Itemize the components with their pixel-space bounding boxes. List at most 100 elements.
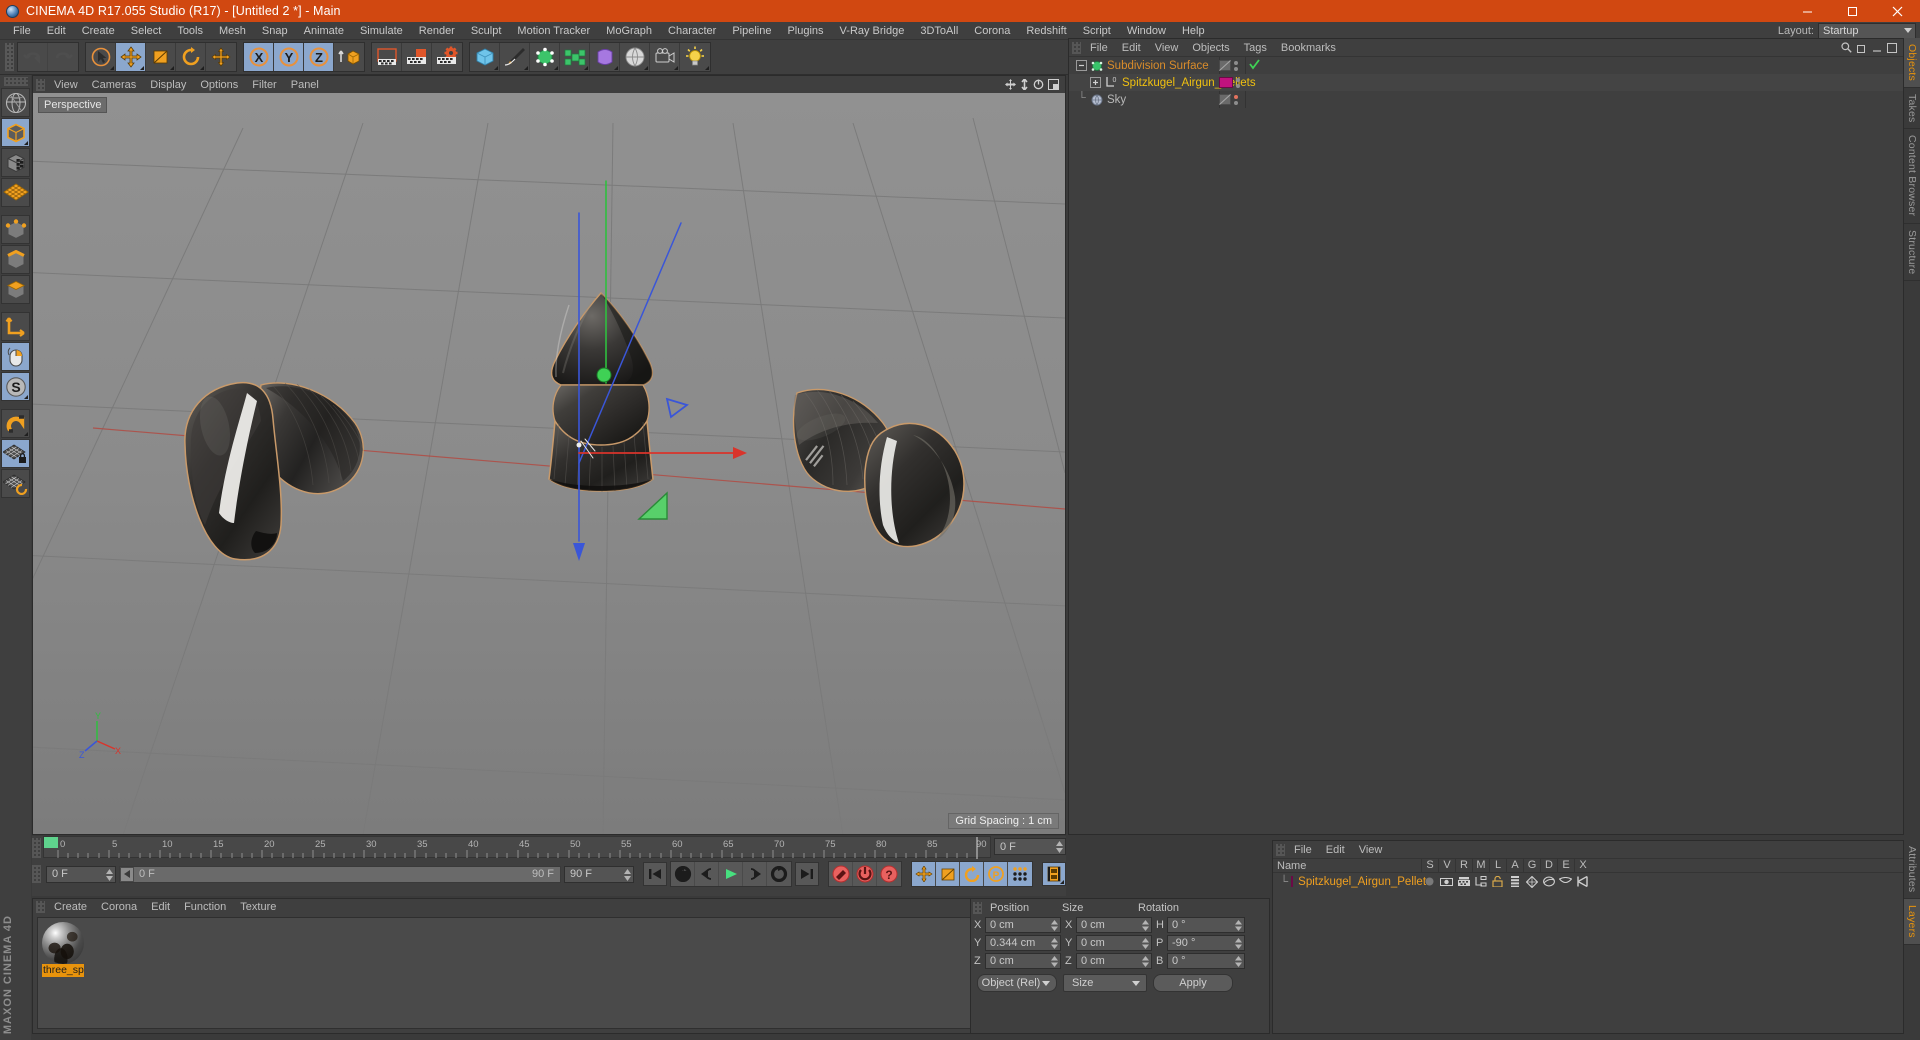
menu-item-simulate[interactable]: Simulate [352, 22, 411, 40]
viewport-menu-options[interactable]: Options [193, 79, 245, 91]
layer-xref-icon[interactable] [1574, 876, 1591, 887]
layers-col-g[interactable]: G [1523, 858, 1540, 873]
apply-button[interactable]: Apply [1153, 974, 1233, 992]
layers-col-l[interactable]: L [1489, 858, 1506, 873]
material-menu-create[interactable]: Create [47, 901, 94, 913]
keyframe-selection-button[interactable]: ? [877, 862, 901, 886]
object-menu-view[interactable]: View [1148, 42, 1186, 54]
viewport-zoom-icon[interactable] [1020, 79, 1029, 90]
close-icon[interactable] [1875, 0, 1920, 22]
parameter-key-button[interactable]: P [984, 862, 1008, 886]
step-back-button[interactable] [695, 862, 719, 886]
polygon-mode-button[interactable] [1, 275, 30, 304]
rotation-key-button[interactable] [960, 862, 984, 886]
object-row-sky[interactable]: └ Sky [1069, 91, 1903, 108]
object-menu-objects[interactable]: Objects [1185, 42, 1236, 54]
menu-item-corona[interactable]: Corona [966, 22, 1018, 40]
rotation-h-field[interactable]: 0 ° [1167, 917, 1245, 933]
render-settings-button[interactable] [432, 43, 462, 71]
undo-button[interactable] [18, 43, 48, 71]
position-x-field[interactable]: 0 cm [985, 917, 1061, 933]
step-forward-button[interactable] [743, 862, 767, 886]
tab-layers[interactable]: Layers [1904, 899, 1920, 946]
layers-col-e[interactable]: E [1557, 858, 1574, 873]
add-deformer-button[interactable] [590, 43, 620, 71]
layer-visible-icon[interactable] [1438, 877, 1455, 887]
stepper-icon[interactable] [1051, 920, 1058, 931]
layers-col-a[interactable]: A [1506, 858, 1523, 873]
viewport-maximize-icon[interactable] [1048, 79, 1059, 90]
record-active-objects-button[interactable] [829, 862, 853, 886]
add-generator-button[interactable] [530, 43, 560, 71]
stepper-icon[interactable] [1142, 920, 1149, 931]
menu-item-mograph[interactable]: MoGraph [598, 22, 660, 40]
workplane-rotate-button[interactable] [1, 469, 30, 498]
layers-col-d[interactable]: D [1540, 858, 1557, 873]
tab-content-browser[interactable]: Content Browser [1904, 129, 1920, 224]
viewport-menu-view[interactable]: View [47, 79, 85, 91]
layers-row[interactable]: └ Spitzkugel_Airgun_Pellets [1273, 873, 1903, 890]
layers-menu-view[interactable]: View [1352, 844, 1390, 856]
window-minimize-icon[interactable] [1872, 43, 1882, 53]
timeline-current-frame-field[interactable]: 0 F [994, 838, 1066, 855]
layers-col-x[interactable]: X [1574, 858, 1591, 873]
menu-item-window[interactable]: Window [1119, 22, 1174, 40]
visibility-dots[interactable] [1234, 60, 1238, 71]
menu-item-snap[interactable]: Snap [254, 22, 296, 40]
maximize-icon[interactable] [1830, 0, 1875, 22]
rotation-b-field[interactable]: 0 ° [1167, 953, 1245, 969]
3d-viewport[interactable]: Perspective Grid Spacing : 1 cm Y X Z [33, 93, 1065, 834]
autokeying-button[interactable] [853, 862, 877, 886]
rotation-p-field[interactable]: -90 ° [1167, 935, 1245, 951]
menu-item-file[interactable]: File [5, 22, 39, 40]
object-menu-file[interactable]: File [1083, 42, 1115, 54]
material-menu-edit[interactable]: Edit [144, 901, 177, 913]
material-menu-corona[interactable]: Corona [94, 901, 144, 913]
display-tag-icon[interactable] [1219, 94, 1231, 105]
menu-item-pipeline[interactable]: Pipeline [724, 22, 779, 40]
go-to-start-button[interactable] [643, 862, 667, 886]
rotate-tool[interactable] [176, 43, 206, 71]
render-to-picture-viewer-button[interactable] [402, 43, 432, 71]
tab-attributes[interactable]: Attributes [1904, 840, 1920, 900]
layer-lock-icon[interactable] [1489, 876, 1506, 887]
stepper-icon[interactable] [1051, 938, 1058, 949]
menu-item-tools[interactable]: Tools [169, 22, 211, 40]
material-tag-icon[interactable] [1219, 77, 1233, 88]
layers-col-v[interactable]: V [1438, 858, 1455, 873]
material-item[interactable]: three_sp [42, 922, 84, 977]
render-view-button[interactable] [372, 43, 402, 71]
visibility-dots[interactable] [1234, 94, 1238, 105]
menu-item-script[interactable]: Script [1075, 22, 1119, 40]
scrub-handle[interactable] [120, 866, 134, 882]
expand-toggle-icon[interactable] [1076, 60, 1087, 71]
magnet-tool-button[interactable] [1, 409, 30, 438]
lock-y-axis-button[interactable]: Y [274, 43, 304, 71]
workplane-lock-button[interactable] [1, 439, 30, 468]
coordinate-mode-dropdown[interactable]: Object (Rel) [977, 974, 1057, 992]
layout-dropdown[interactable]: Startup [1818, 23, 1916, 39]
visibility-dots[interactable] [1236, 77, 1240, 88]
next-keyframe-button[interactable] [767, 862, 791, 886]
menu-item-sculpt[interactable]: Sculpt [463, 22, 510, 40]
scale-snap-button[interactable]: S [1, 372, 30, 401]
menu-item-animate[interactable]: Animate [296, 22, 352, 40]
object-row-subdivision-surface[interactable]: Subdivision Surface [1069, 57, 1903, 74]
stepper-icon[interactable] [1051, 956, 1058, 967]
timeline-ruler[interactable]: 0 5 10 15 20 25 30 35 40 45 50 55 60 65 70 75 80 85 … [43, 836, 991, 859]
tab-takes[interactable]: Takes [1904, 88, 1920, 130]
point-mode-button[interactable] [1, 215, 30, 244]
go-to-end-button[interactable] [795, 862, 819, 886]
stepper-icon[interactable] [1142, 938, 1149, 949]
tab-structure[interactable]: Structure [1904, 223, 1920, 282]
layer-expression-icon[interactable] [1557, 877, 1574, 886]
menu-item-character[interactable]: Character [660, 22, 724, 40]
menu-item-motion-tracker[interactable]: Motion Tracker [509, 22, 598, 40]
object-menu-bookmarks[interactable]: Bookmarks [1274, 42, 1343, 54]
menu-item-plugins[interactable]: Plugins [779, 22, 831, 40]
timeline-controls-grip[interactable] [32, 865, 41, 883]
axis-mode-button[interactable] [1, 312, 30, 341]
minimize-icon[interactable] [1785, 0, 1830, 22]
toolbar-grip[interactable] [5, 43, 14, 71]
size-y-field[interactable]: 0 cm [1076, 935, 1152, 951]
